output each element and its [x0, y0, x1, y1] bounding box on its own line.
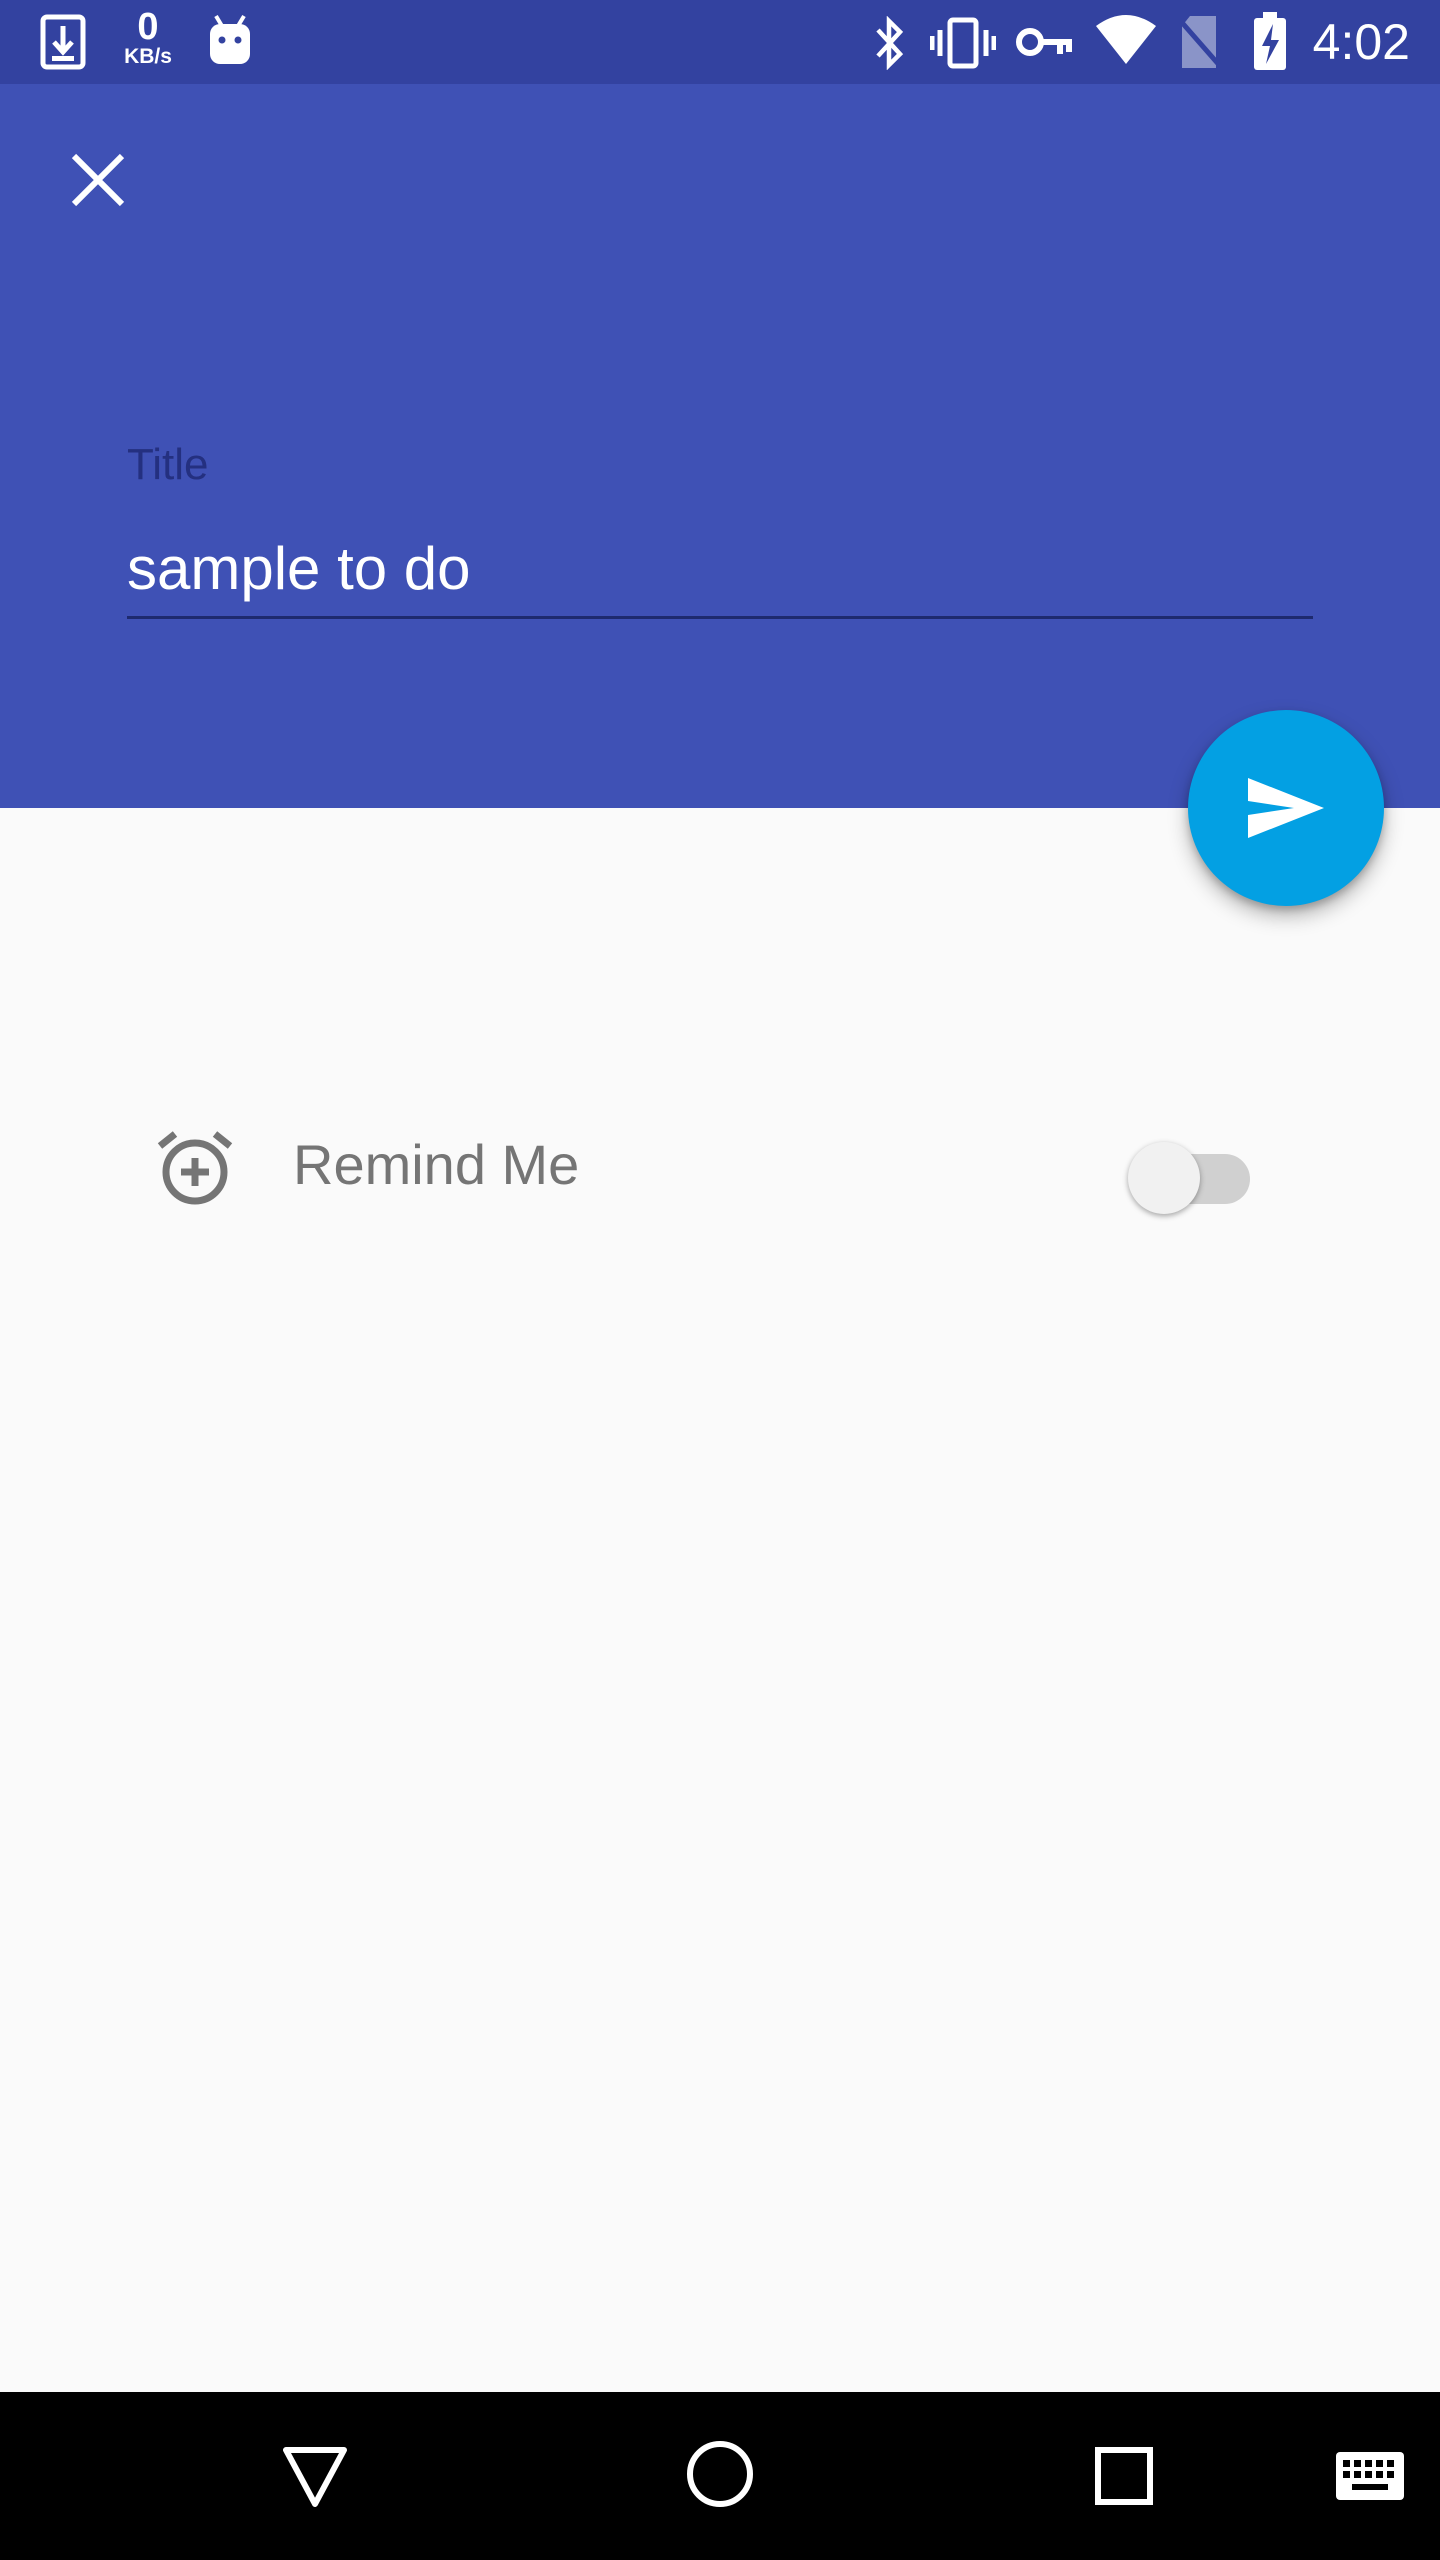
recents-icon[interactable]: [1094, 2446, 1154, 2506]
vpn-key-icon: [1016, 28, 1072, 56]
network-speed-unit: KB/s: [124, 45, 172, 68]
remind-me-switch[interactable]: [1128, 1132, 1252, 1214]
title-label: Title: [127, 440, 209, 489]
keyboard-icon[interactable]: [1334, 2450, 1406, 2502]
send-button[interactable]: [1188, 710, 1384, 906]
status-bar: 0 KB/s 4:02: [0, 0, 1440, 84]
vibrate-icon: [930, 17, 996, 69]
android-icon: [210, 14, 250, 64]
remind-me-label: Remind Me: [293, 1133, 580, 1196]
no-sim-icon: [1176, 16, 1222, 68]
send-icon: [1248, 778, 1324, 838]
switch-thumb: [1128, 1142, 1200, 1214]
header-panel: [0, 84, 1440, 808]
title-input[interactable]: [127, 520, 1313, 619]
network-speed-value: 0: [137, 6, 159, 48]
network-speed: 0 KB/s: [118, 8, 178, 68]
home-icon[interactable]: [686, 2440, 754, 2508]
alarm-add-icon: [157, 1131, 233, 1205]
wifi-icon: [1096, 15, 1156, 64]
back-icon[interactable]: [282, 2446, 348, 2508]
battery-charging-icon: [1254, 12, 1286, 70]
bluetooth-icon: [876, 16, 904, 70]
close-button[interactable]: [58, 140, 138, 220]
reminder-row: Remind Me: [0, 1110, 1440, 1220]
close-icon: [71, 153, 125, 207]
navigation-bar: [0, 2392, 1440, 2560]
download-icon: [40, 14, 86, 70]
clock: 4:02: [1312, 14, 1410, 70]
